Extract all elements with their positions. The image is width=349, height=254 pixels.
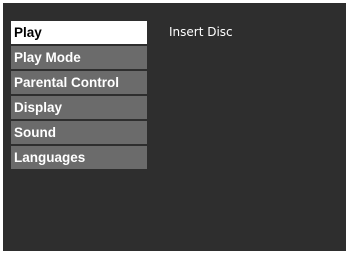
menu-item-parental-control[interactable]: Parental Control — [11, 71, 147, 94]
settings-menu: Play Play Mode Parental Control Display … — [11, 21, 147, 171]
menu-item-play[interactable]: Play — [11, 21, 147, 44]
menu-item-languages[interactable]: Languages — [11, 146, 147, 169]
dvd-menu-screen: Play Play Mode Parental Control Display … — [3, 3, 346, 251]
menu-item-display[interactable]: Display — [11, 96, 147, 119]
menu-item-play-mode[interactable]: Play Mode — [11, 46, 147, 69]
menu-item-sound[interactable]: Sound — [11, 121, 147, 144]
status-message: Insert Disc — [169, 25, 233, 39]
